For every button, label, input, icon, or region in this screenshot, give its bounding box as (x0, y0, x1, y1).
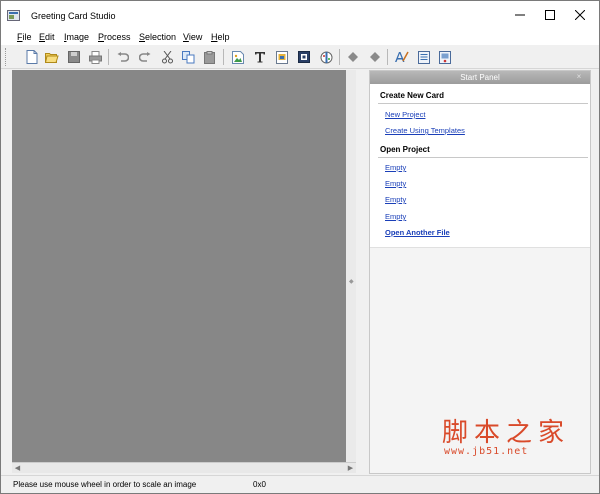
menu-bar: File Edit Image Process Selection View H… (1, 29, 599, 45)
toolbar (1, 45, 599, 69)
recent-project-link[interactable]: Empty (385, 212, 406, 221)
insert-image-icon[interactable] (229, 48, 247, 66)
menu-selection[interactable]: Selection (139, 32, 176, 42)
card-settings-icon[interactable] (436, 48, 454, 66)
create-section-title: Create New Card (380, 91, 445, 100)
insert-clipart-icon[interactable] (273, 48, 291, 66)
close-window-button[interactable] (565, 1, 595, 29)
title-bar: Greeting Card Studio (1, 1, 599, 29)
watermark-url: www.jb51.net (444, 446, 529, 457)
start-panel-header: Start Panel × (370, 71, 590, 84)
scroll-right-icon[interactable]: ▶ (345, 463, 356, 473)
menu-process[interactable]: Process (98, 32, 131, 42)
section-divider (378, 157, 588, 158)
recent-project-link[interactable]: Empty (385, 179, 406, 188)
send-backward-icon[interactable] (366, 48, 384, 66)
undo-icon[interactable] (114, 48, 132, 66)
toolbar-separator (387, 49, 388, 65)
scroll-left-icon[interactable]: ◀ (12, 463, 23, 473)
paste-icon[interactable] (201, 48, 219, 66)
recent-project-link[interactable]: Empty (385, 195, 406, 204)
open-section-title: Open Project (380, 145, 430, 154)
status-coordinates: 0x0 (253, 480, 266, 489)
menu-image[interactable]: Image (64, 32, 89, 42)
cut-icon[interactable] (158, 48, 176, 66)
menu-edit[interactable]: Edit (39, 32, 55, 42)
bring-forward-icon[interactable] (344, 48, 362, 66)
toolbar-grip[interactable] (5, 48, 8, 66)
vertical-scrollbar[interactable]: ◆ (346, 70, 356, 462)
recent-project-link[interactable]: Empty (385, 163, 406, 172)
window-title: Greeting Card Studio (31, 11, 116, 21)
watermark-logo: 脚本之家 (442, 418, 571, 448)
save-icon[interactable] (65, 48, 83, 66)
open-another-file-link[interactable]: Open Another File (385, 228, 450, 237)
open-folder-icon[interactable] (43, 48, 61, 66)
work-canvas[interactable] (12, 70, 356, 462)
toolbar-separator (108, 49, 109, 65)
panel-close-icon[interactable]: × (574, 72, 584, 82)
menu-view[interactable]: View (183, 32, 202, 42)
toolbar-separator (339, 49, 340, 65)
copy-icon[interactable] (179, 48, 197, 66)
app-icon (7, 10, 20, 21)
new-file-icon[interactable] (23, 48, 41, 66)
maximize-button[interactable] (535, 1, 565, 29)
status-message: Please use mouse wheel in order to scale… (13, 480, 197, 489)
toolbar-separator (223, 49, 224, 65)
effects-icon[interactable] (317, 48, 335, 66)
menu-help[interactable]: Help (211, 32, 230, 42)
menu-file[interactable]: File (17, 32, 32, 42)
edit-text-icon[interactable] (393, 48, 411, 66)
status-bar: Please use mouse wheel in order to scale… (1, 475, 599, 493)
panel-splitter[interactable] (356, 70, 369, 474)
scroll-grip-icon: ◆ (349, 279, 354, 285)
insert-frame-icon[interactable] (295, 48, 313, 66)
new-project-link[interactable]: New Project (385, 110, 425, 119)
redo-icon[interactable] (136, 48, 154, 66)
properties-icon[interactable] (415, 48, 433, 66)
insert-text-icon[interactable] (251, 48, 269, 66)
create-using-templates-link[interactable]: Create Using Templates (385, 126, 465, 135)
print-icon[interactable] (86, 48, 104, 66)
start-panel-title: Start Panel (460, 73, 500, 82)
section-divider (378, 103, 588, 104)
minimize-button[interactable] (505, 1, 535, 29)
horizontal-scrollbar[interactable]: ◀ ▶ (12, 462, 356, 473)
